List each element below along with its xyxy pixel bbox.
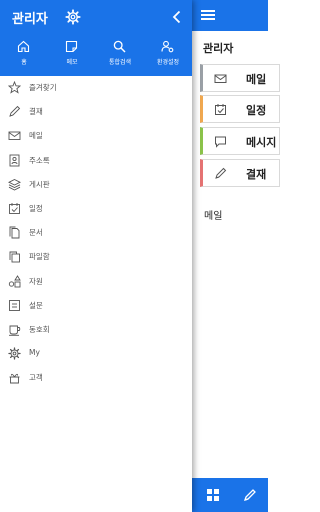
document-icon (8, 226, 21, 239)
message-icon (214, 135, 227, 148)
menu-item-board[interactable]: 게시판 (0, 173, 192, 197)
menu-item-schedule[interactable]: 일정 (0, 197, 192, 221)
coffee-icon (8, 323, 21, 336)
section-title: 메일 (204, 211, 223, 222)
drawer-menu: 즐겨찾기 결재 메일 주소록 게시판 일정 문서 파일함 자원 설문 동호회 M… (0, 76, 192, 390)
menu-item-club[interactable]: 동호회 (0, 318, 192, 342)
mail-icon (8, 129, 21, 142)
menu-item-documents[interactable]: 문서 (0, 221, 192, 245)
menu-item-label: 결재 (29, 107, 43, 117)
menu-item-label: 즐겨찾기 (29, 83, 57, 92)
menu-item-label: 게시판 (29, 179, 50, 189)
quick-label: 통합검색 (108, 59, 132, 66)
menu-item-survey[interactable]: 설문 (0, 294, 192, 318)
resource-icon (8, 274, 21, 288)
quick-label: 환경설정 (156, 59, 180, 66)
drawer-title: 관리자 (12, 12, 48, 27)
quick-search-button[interactable]: 통합검색 (97, 40, 143, 72)
pen-icon[interactable] (242, 487, 258, 503)
quick-label: 홈 (21, 59, 27, 66)
mail-icon (214, 72, 227, 85)
menu-item-label: 주소록 (29, 155, 50, 165)
menu-item-label: 동호회 (29, 324, 50, 334)
gift-icon (8, 371, 21, 384)
menu-item-label: 설문 (29, 300, 43, 310)
card-label: 메일 (246, 73, 267, 86)
menu-item-files[interactable]: 파일함 (0, 245, 192, 269)
gear-icon[interactable] (65, 9, 81, 25)
menu-item-mail[interactable]: 메일 (0, 124, 192, 148)
menu-item-my[interactable]: My (0, 342, 192, 366)
card-label: 일정 (246, 104, 267, 117)
gear-icon (8, 347, 21, 360)
quick-home-button[interactable]: 홈 (1, 40, 47, 72)
menu-item-label: 고객 (29, 373, 43, 383)
survey-icon (8, 299, 21, 312)
card-message[interactable]: 메시지 (200, 127, 280, 155)
user-settings-icon (161, 40, 174, 53)
menu-item-label: 자원 (29, 276, 43, 286)
menu-item-resources[interactable]: 자원 (0, 270, 192, 294)
navigation-drawer: 관리자 홈 메모 통합검색 환경설정 즐겨찾기 결재 메일 주소록 게시판 일정… (0, 0, 192, 512)
calendar-icon (8, 202, 21, 215)
menu-item-label: 메일 (29, 131, 43, 141)
menu-item-favorites[interactable]: 즐겨찾기 (0, 76, 192, 100)
menu-item-label: 일정 (29, 203, 43, 213)
card-approval[interactable]: 결재 (200, 159, 280, 187)
hamburger-menu-icon[interactable] (200, 7, 216, 23)
app-bottom-bar (192, 478, 268, 512)
quick-label: 메모 (66, 59, 78, 66)
files-icon (8, 250, 21, 263)
quick-memo-button[interactable]: 메모 (49, 40, 95, 72)
menu-item-label: 파일함 (29, 252, 50, 262)
card-mail[interactable]: 메일 (200, 64, 280, 92)
pen-icon (8, 105, 21, 118)
app-page-title: 관리자 (203, 42, 234, 55)
memo-icon (65, 40, 78, 53)
chevron-left-icon[interactable] (170, 9, 184, 25)
home-icon (17, 40, 30, 53)
star-icon (8, 81, 21, 94)
menu-item-contacts[interactable]: 주소록 (0, 149, 192, 173)
grid-icon[interactable] (205, 487, 221, 503)
layers-icon (8, 178, 21, 191)
menu-item-label: My (29, 348, 40, 358)
menu-item-approval[interactable]: 결재 (0, 100, 192, 124)
card-label: 결재 (246, 168, 267, 181)
card-label: 메시지 (246, 136, 277, 149)
pen-icon (214, 167, 227, 180)
contact-icon (8, 154, 21, 167)
drawer-header: 관리자 홈 메모 통합검색 환경설정 (0, 0, 192, 76)
menu-item-customers[interactable]: 고객 (0, 366, 192, 390)
calendar-icon (214, 103, 227, 116)
quick-settings-button[interactable]: 환경설정 (145, 40, 191, 72)
menu-item-label: 문서 (29, 228, 43, 238)
card-schedule[interactable]: 일정 (200, 95, 280, 123)
search-icon (113, 40, 126, 53)
